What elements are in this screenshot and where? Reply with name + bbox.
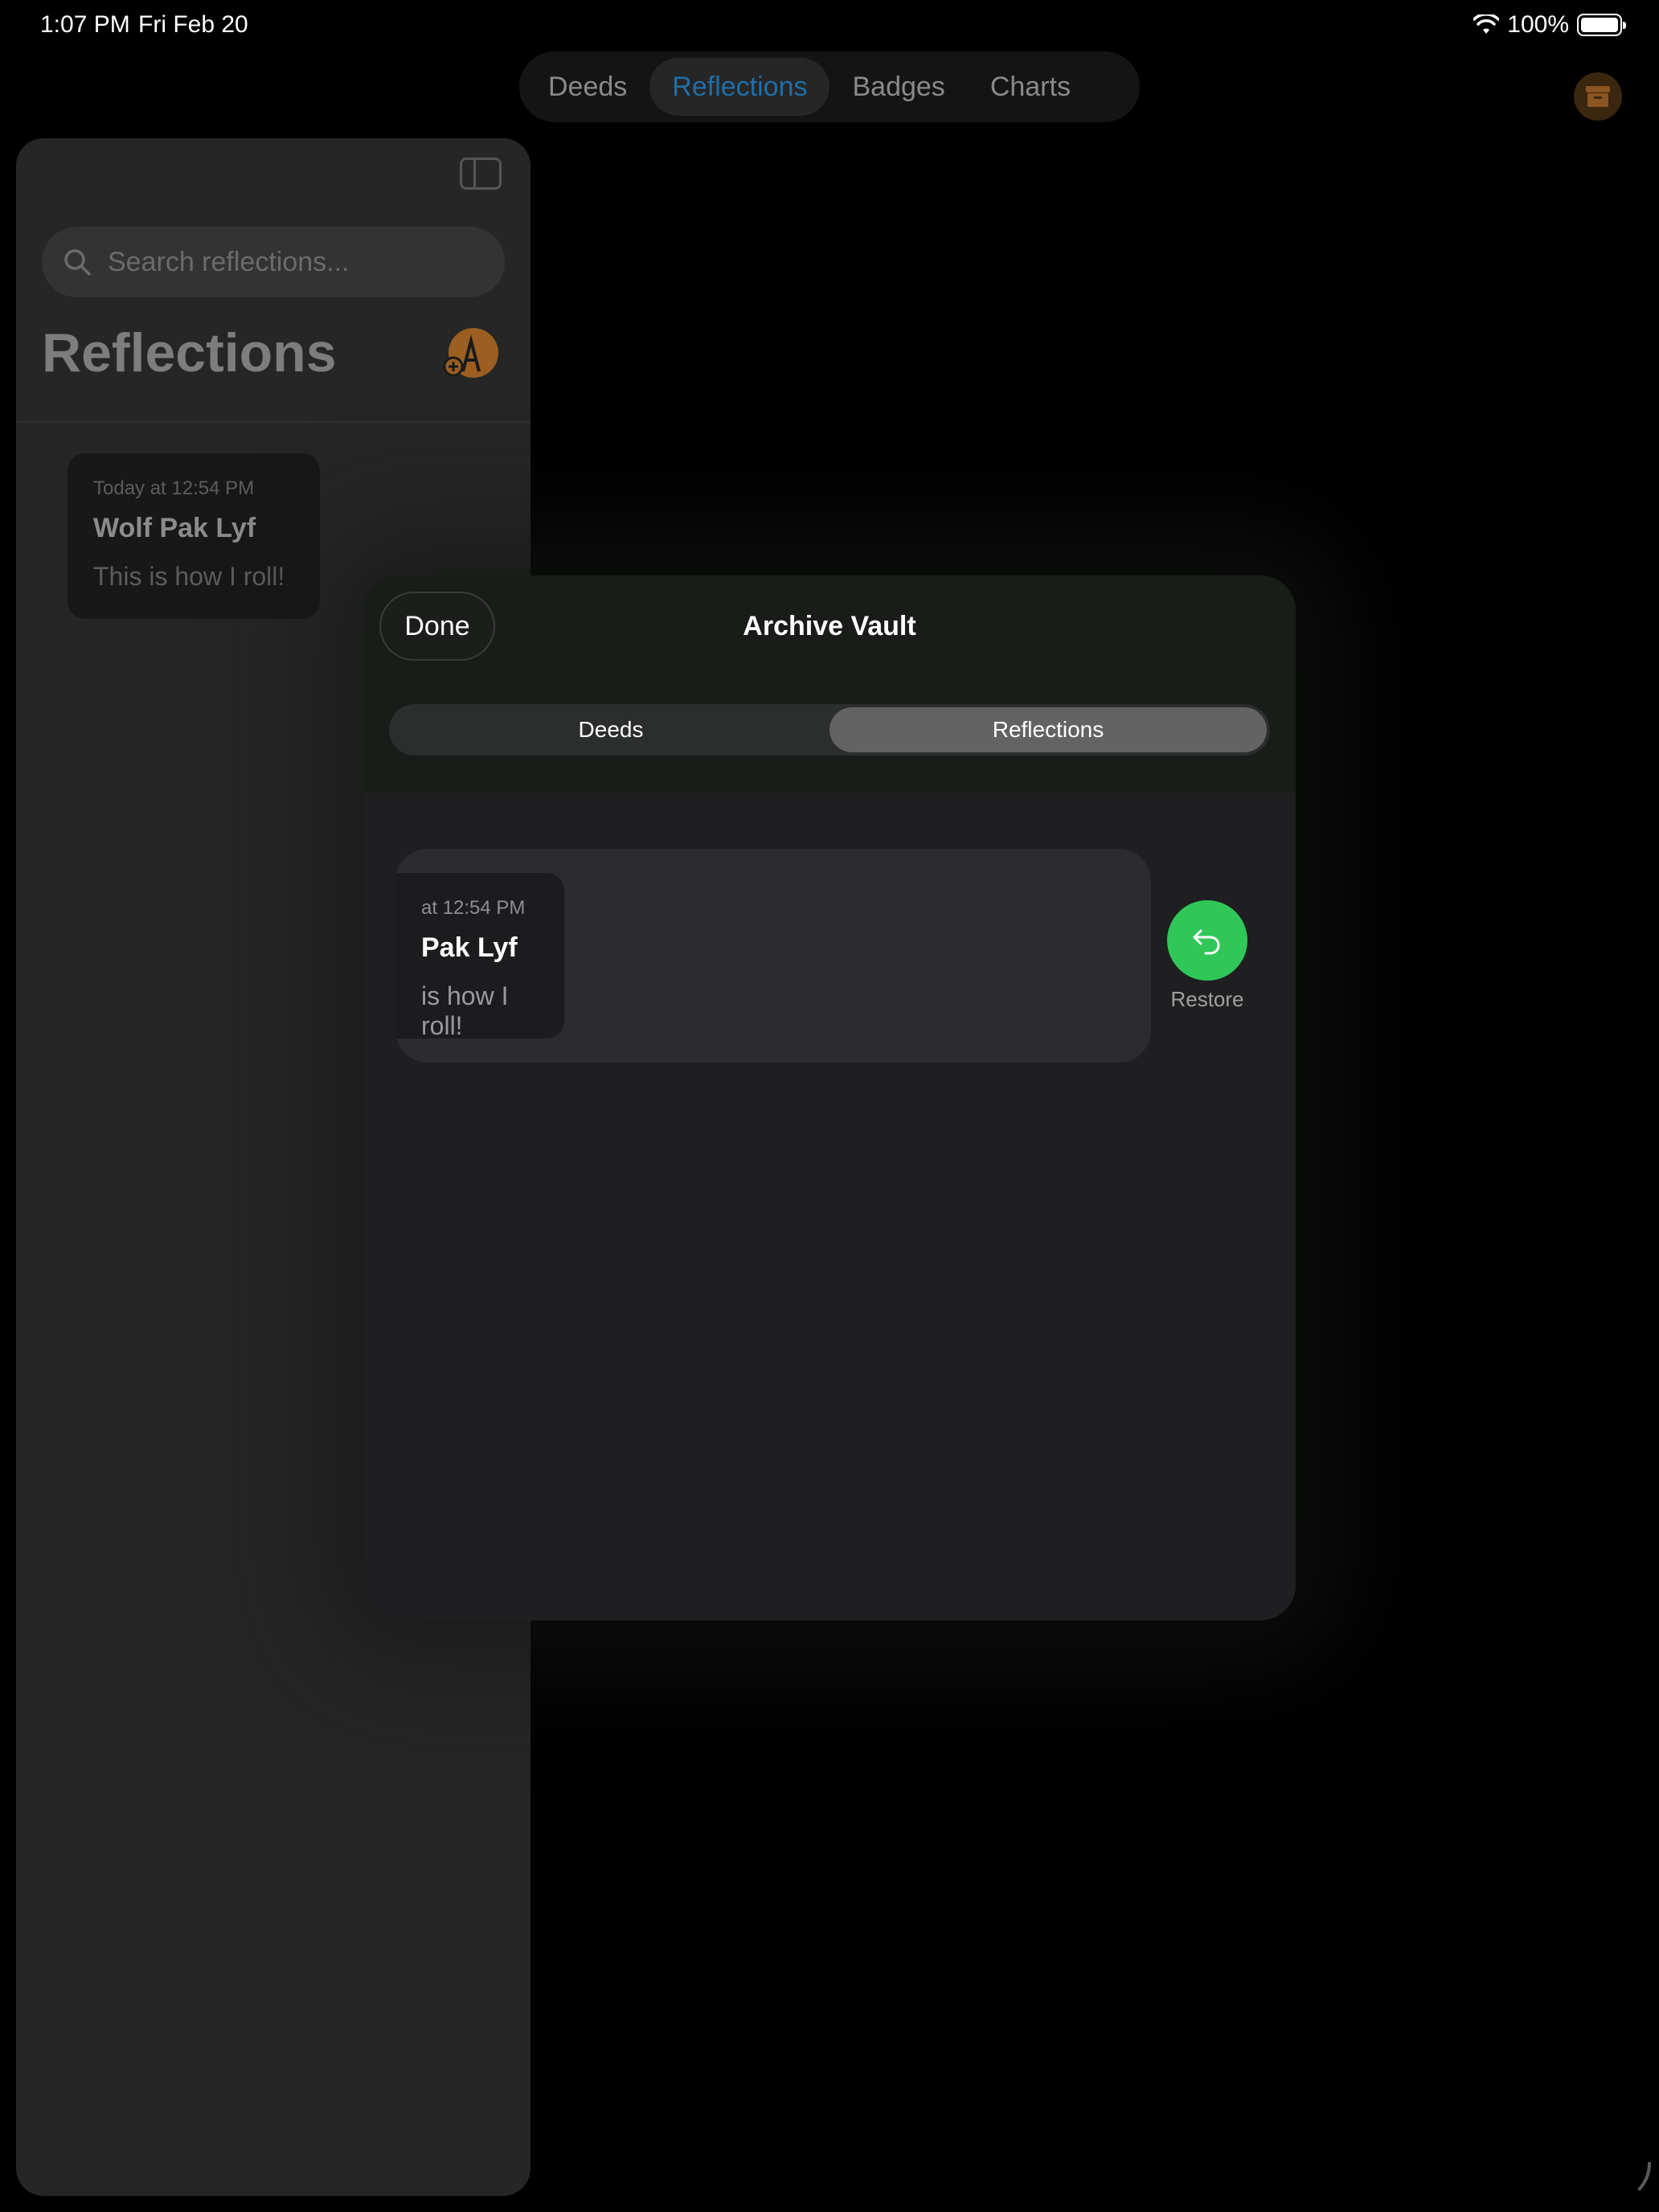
compose-button[interactable] — [443, 328, 498, 378]
top-tab-bar: Deeds Reflections Badges Charts — [519, 51, 1140, 122]
segmented-control: Deeds Reflections — [389, 704, 1270, 756]
archived-reflection-card[interactable]: at 12:54 PM Pak Lyf is how I roll! — [395, 873, 564, 1040]
segment-deeds[interactable]: Deeds — [392, 707, 830, 752]
search-placeholder: Search reflections... — [108, 246, 350, 277]
tab-reflections[interactable]: Reflections — [649, 58, 830, 116]
battery-icon — [1577, 14, 1626, 36]
archived-title: Pak Lyf — [421, 932, 518, 963]
sidebar-title: Reflections — [42, 322, 337, 383]
reflection-body: This is how I roll! — [93, 562, 285, 591]
battery-percent: 100% — [1507, 11, 1569, 38]
wifi-icon — [1473, 14, 1500, 34]
archive-icon — [1586, 86, 1610, 107]
search-icon — [64, 249, 91, 276]
restore-arrow-icon — [1193, 929, 1220, 955]
reflection-title: Wolf Pak Lyf — [93, 513, 256, 543]
modal-header: Archive Vault Done Deeds Reflections — [363, 576, 1296, 793]
search-field[interactable]: Search reflections... — [42, 227, 505, 297]
archived-body: is how I roll! — [421, 981, 509, 1040]
compose-icon — [443, 334, 481, 377]
restore-label: Restore — [1170, 987, 1244, 1011]
done-button[interactable]: Done — [379, 592, 495, 661]
status-time: 1:07 PM — [40, 11, 130, 38]
sidebar-divider — [16, 421, 530, 423]
archive-button[interactable] — [1574, 72, 1622, 121]
tab-charts[interactable]: Charts — [968, 58, 1093, 116]
sidebar-toggle-icon[interactable] — [460, 158, 502, 190]
archived-row[interactable]: at 12:54 PM Pak Lyf is how I roll! — [395, 849, 1151, 1063]
reflection-card[interactable]: Today at 12:54 PM Wolf Pak Lyf This is h… — [68, 453, 320, 619]
restore-button[interactable] — [1167, 900, 1247, 981]
status-indicators: 100% — [1473, 11, 1626, 39]
segment-reflections[interactable]: Reflections — [830, 707, 1267, 752]
tab-badges[interactable]: Badges — [830, 58, 967, 116]
tab-deeds[interactable]: Deeds — [526, 58, 649, 116]
archived-date: at 12:54 PM — [421, 897, 526, 919]
reflection-date: Today at 12:54 PM — [93, 477, 255, 499]
resize-handle[interactable] — [1611, 2162, 1651, 2202]
modal-title: Archive Vault — [743, 611, 916, 641]
archive-vault-modal: Archive Vault Done Deeds Reflections at … — [363, 576, 1296, 1620]
status-date: Fri Feb 20 — [138, 11, 248, 38]
